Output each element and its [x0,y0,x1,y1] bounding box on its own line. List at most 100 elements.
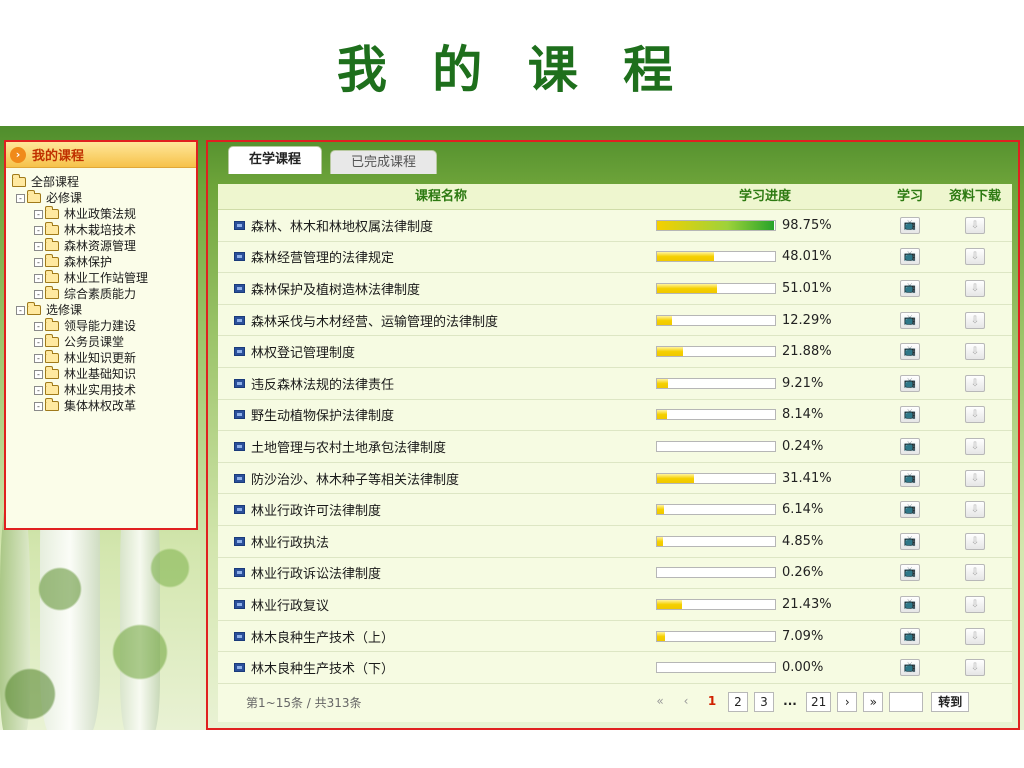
collapse-toggle-icon[interactable]: - [34,321,43,331]
course-name-link[interactable]: 林业行政复议 [251,595,329,614]
collapse-toggle-icon[interactable]: - [34,401,43,411]
tv-icon[interactable]: 📺 [900,564,920,582]
tv-icon[interactable]: 📺 [900,595,920,613]
tree-item[interactable]: - 林业知识更新 [6,350,196,366]
download-arrow-icon[interactable]: ⇩ [965,406,985,424]
tree-item[interactable]: - 林业政策法规 [6,206,196,222]
course-name-link[interactable]: 林业行政诉讼法律制度 [251,563,381,582]
page-21-button[interactable]: 21 [806,692,832,712]
film-icon [234,347,245,357]
tree-item[interactable]: - 集体林权改革 [6,398,196,414]
course-name-link[interactable]: 林权登记管理制度 [251,342,355,361]
course-name-link[interactable]: 土地管理与农村土地承包法律制度 [251,437,446,456]
collapse-toggle-icon[interactable]: - [34,353,43,363]
film-icon [234,473,245,483]
page-3-button[interactable]: 3 [754,692,774,712]
tree-item[interactable]: - 选修课 [6,302,196,318]
tree-item[interactable]: - 森林资源管理 [6,238,196,254]
course-name-link[interactable]: 森林经营管理的法律规定 [251,247,394,266]
tree-item[interactable]: - 公务员课堂 [6,334,196,350]
tv-icon[interactable]: 📺 [900,248,920,266]
download-arrow-icon[interactable]: ⇩ [965,595,985,613]
tree-item[interactable]: - 领导能力建设 [6,318,196,334]
course-name-link[interactable]: 林木良种生产技术（上） [251,627,394,646]
course-name-link[interactable]: 林木良种生产技术（下） [251,658,394,677]
collapse-toggle-icon[interactable]: - [34,337,43,347]
last-page-button[interactable]: » [863,692,884,712]
sidebar-header[interactable]: › 我的课程 [6,142,196,168]
tv-icon[interactable]: 📺 [900,659,920,677]
collapse-toggle-icon[interactable]: - [34,225,43,235]
progress-bar [656,504,776,516]
goto-page-input[interactable] [889,692,924,712]
collapse-toggle-icon[interactable]: - [34,369,43,379]
tab-bar: 在学课程 已完成课程 [228,146,445,174]
collapse-toggle-icon[interactable]: - [16,305,25,315]
tree-item[interactable]: - 必修课 [6,190,196,206]
course-name-link[interactable]: 森林保护及植树造林法律制度 [251,279,420,298]
tree-item[interactable]: - 综合素质能力 [6,286,196,302]
download-arrow-icon[interactable]: ⇩ [965,501,985,519]
tree-item[interactable]: - 林木栽培技术 [6,222,196,238]
tv-icon[interactable]: 📺 [900,279,920,297]
download-arrow-icon[interactable]: ⇩ [965,311,985,329]
collapse-toggle-icon[interactable]: - [34,241,43,251]
course-name-link[interactable]: 林业行政许可法律制度 [251,500,381,519]
next-page-button[interactable]: › [837,692,858,712]
download-arrow-icon[interactable]: ⇩ [965,627,985,645]
tab-in-progress[interactable]: 在学课程 [228,146,323,174]
progress-bar [656,567,776,579]
download-arrow-icon[interactable]: ⇩ [965,216,985,234]
prev-page-button[interactable]: ‹ [676,692,696,712]
tree-item[interactable]: - 林业实用技术 [6,382,196,398]
tv-icon[interactable]: 📺 [900,406,920,424]
download-arrow-icon[interactable]: ⇩ [965,532,985,550]
tab-completed[interactable]: 已完成课程 [330,150,438,174]
tree-item[interactable]: - 森林保护 [6,254,196,270]
download-arrow-icon[interactable]: ⇩ [965,248,985,266]
download-arrow-icon[interactable]: ⇩ [965,279,985,297]
tv-icon[interactable]: 📺 [900,627,920,645]
page-2-button[interactable]: 2 [728,692,748,712]
study-cell: 📺 [882,627,938,645]
course-name-link[interactable]: 野生动植物保护法律制度 [251,405,394,424]
course-name-link[interactable]: 违反森林法规的法律责任 [251,374,394,393]
collapse-toggle-icon[interactable]: - [16,193,25,203]
course-name-link[interactable]: 森林采伐与木材经营、运输管理的法律制度 [251,311,498,330]
download-arrow-icon[interactable]: ⇩ [965,564,985,582]
download-arrow-icon[interactable]: ⇩ [965,659,985,677]
course-cell: 林权登记管理制度 [218,342,648,361]
progress-percent: 9.21% [782,375,824,391]
tree-item[interactable]: 全部课程 [6,174,196,190]
collapse-toggle-icon[interactable]: - [34,273,43,283]
tv-icon[interactable]: 📺 [900,216,920,234]
table-row: 防沙治沙、林木种子等相关法律制度 31.41% 📺 ⇩ [218,463,1012,495]
first-page-button[interactable]: « [650,692,670,712]
progress-percent: 51.01% [782,280,832,296]
download-arrow-icon[interactable]: ⇩ [965,437,985,455]
course-name-link[interactable]: 防沙治沙、林木种子等相关法律制度 [251,469,459,488]
download-arrow-icon[interactable]: ⇩ [965,374,985,392]
course-name-link[interactable]: 林业行政执法 [251,532,329,551]
goto-button[interactable]: 转到 [931,692,970,712]
tree-item[interactable]: - 林业基础知识 [6,366,196,382]
download-arrow-icon[interactable]: ⇩ [965,343,985,361]
tv-icon[interactable]: 📺 [900,532,920,550]
tree-item-label: 林业基础知识 [64,367,137,381]
course-name-link[interactable]: 森林、林木和林地权属法律制度 [251,216,433,235]
tv-icon[interactable]: 📺 [900,311,920,329]
collapse-toggle-icon[interactable]: - [34,209,43,219]
page-1-button[interactable]: 1 [702,692,722,712]
download-arrow-icon[interactable]: ⇩ [965,469,985,487]
tv-icon[interactable]: 📺 [900,343,920,361]
study-cell: 📺 [882,248,938,266]
tv-icon[interactable]: 📺 [900,437,920,455]
tv-icon[interactable]: 📺 [900,501,920,519]
collapse-toggle-icon[interactable]: - [34,385,43,395]
tree-item[interactable]: - 林业工作站管理 [6,270,196,286]
collapse-toggle-icon[interactable]: - [34,257,43,267]
collapse-toggle-icon[interactable]: - [34,289,43,299]
tv-icon[interactable]: 📺 [900,374,920,392]
folder-icon [45,286,59,299]
tv-icon[interactable]: 📺 [900,469,920,487]
